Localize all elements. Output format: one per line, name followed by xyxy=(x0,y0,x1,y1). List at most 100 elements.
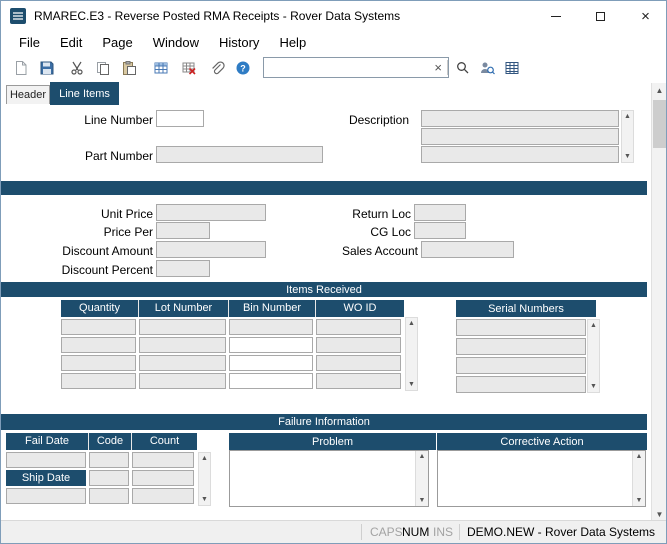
help-button[interactable]: ? xyxy=(231,56,255,80)
corrective-action-scrollbar[interactable]: ▲ ▼ xyxy=(632,451,645,506)
problem-textarea[interactable]: ▲ ▼ xyxy=(229,450,429,507)
scroll-down-icon[interactable]: ▼ xyxy=(406,379,417,390)
scroll-up-icon[interactable]: ▲ xyxy=(416,451,428,462)
maximize-button[interactable] xyxy=(578,1,623,31)
problem-header: Problem xyxy=(229,433,436,450)
items-received-title: Items Received xyxy=(286,284,362,296)
tab-line-items[interactable]: Line Items xyxy=(50,82,119,105)
scroll-down-icon[interactable]: ▼ xyxy=(416,495,428,506)
lot-number-cell[interactable] xyxy=(139,373,226,389)
cg-loc-field[interactable] xyxy=(414,222,466,239)
scroll-up-icon[interactable]: ▲ xyxy=(633,451,645,462)
search-input[interactable] xyxy=(264,61,429,75)
tab-header[interactable]: Header xyxy=(6,85,50,104)
delete-row-button[interactable] xyxy=(177,56,201,80)
menu-window[interactable]: Window xyxy=(143,33,209,52)
items-received-scrollbar[interactable]: ▲ ▼ xyxy=(405,317,418,391)
scroll-up-icon[interactable]: ▲ xyxy=(199,453,210,464)
failure-table-scrollbar[interactable]: ▲ ▼ xyxy=(198,452,211,506)
count-cell[interactable] xyxy=(132,470,194,486)
column-header-fail-date: Fail Date xyxy=(6,433,89,450)
person-search-button[interactable] xyxy=(475,56,499,80)
discount-amount-field[interactable] xyxy=(156,241,266,258)
serial-number-field[interactable] xyxy=(456,376,586,393)
failure-table-header: Fail Date Code Count xyxy=(6,433,197,450)
clear-search-icon[interactable]: × xyxy=(429,58,447,77)
scroll-down-icon[interactable]: ▼ xyxy=(588,381,599,392)
description-scrollbar[interactable]: ▲ ▼ xyxy=(621,110,634,163)
serial-number-field[interactable] xyxy=(456,357,586,374)
bin-number-cell[interactable] xyxy=(229,319,313,335)
part-number-field[interactable] xyxy=(156,146,323,163)
scroll-down-icon[interactable]: ▼ xyxy=(622,151,633,162)
wo-id-cell[interactable] xyxy=(316,373,401,389)
insert-row-button[interactable] xyxy=(149,56,173,80)
scroll-down-icon[interactable]: ▼ xyxy=(199,494,210,505)
scrollbar-track[interactable] xyxy=(652,98,667,507)
column-header-count: Count xyxy=(132,433,197,450)
discount-percent-field[interactable] xyxy=(156,260,210,277)
quantity-cell[interactable] xyxy=(61,337,136,353)
problem-scrollbar[interactable]: ▲ ▼ xyxy=(415,451,428,506)
code-cell[interactable] xyxy=(89,470,129,486)
menu-edit[interactable]: Edit xyxy=(50,33,92,52)
scroll-up-icon[interactable]: ▲ xyxy=(406,318,417,329)
lot-number-cell[interactable] xyxy=(139,319,226,335)
bin-number-cell[interactable] xyxy=(229,373,313,389)
corrective-action-textarea[interactable]: ▲ ▼ xyxy=(437,450,646,507)
search-button[interactable] xyxy=(451,56,475,80)
quantity-cell[interactable] xyxy=(61,355,136,371)
description-field-2[interactable] xyxy=(421,128,619,145)
serial-numbers-scrollbar[interactable]: ▲ ▼ xyxy=(587,319,600,393)
table-view-button[interactable] xyxy=(500,56,524,80)
attach-button[interactable] xyxy=(205,56,229,80)
new-document-button[interactable] xyxy=(9,56,33,80)
unit-price-field[interactable] xyxy=(156,204,266,221)
menu-help[interactable]: Help xyxy=(269,33,316,52)
menu-history[interactable]: History xyxy=(209,33,269,52)
scroll-up-icon[interactable]: ▲ xyxy=(652,83,667,98)
scroll-down-icon[interactable]: ▼ xyxy=(633,495,645,506)
quantity-cell[interactable] xyxy=(61,319,136,335)
num-indicator: NUM xyxy=(402,525,429,539)
bin-number-cell[interactable] xyxy=(229,355,313,371)
scrollbar-thumb[interactable] xyxy=(653,100,666,148)
save-button[interactable] xyxy=(35,56,59,80)
description-field-1[interactable] xyxy=(421,110,619,127)
cut-button[interactable] xyxy=(65,56,89,80)
return-loc-field[interactable] xyxy=(414,204,466,221)
wo-id-cell[interactable] xyxy=(316,355,401,371)
code-cell[interactable] xyxy=(89,488,129,504)
table-row xyxy=(61,319,404,335)
ship-date-cell[interactable] xyxy=(6,488,86,504)
wo-id-cell[interactable] xyxy=(316,337,401,353)
table-row xyxy=(61,337,404,353)
serial-number-field[interactable] xyxy=(456,319,586,336)
fail-date-cell[interactable] xyxy=(6,452,86,468)
scroll-up-icon[interactable]: ▲ xyxy=(622,111,633,122)
window-scrollbar[interactable]: ▲ ▼ xyxy=(651,83,667,522)
count-cell[interactable] xyxy=(132,452,194,468)
serial-number-field[interactable] xyxy=(456,338,586,355)
lot-number-cell[interactable] xyxy=(139,337,226,353)
bin-number-cell[interactable] xyxy=(229,337,313,353)
description-field-3[interactable] xyxy=(421,146,619,163)
copy-button[interactable] xyxy=(91,56,115,80)
tab-strip: Header Line Items xyxy=(1,81,650,105)
paperclip-icon xyxy=(209,60,225,76)
sales-account-field[interactable] xyxy=(421,241,514,258)
price-per-field[interactable] xyxy=(156,222,210,239)
menu-file[interactable]: File xyxy=(9,33,50,52)
quantity-cell[interactable] xyxy=(61,373,136,389)
close-button[interactable]: × xyxy=(623,1,667,31)
line-number-field[interactable] xyxy=(156,110,204,127)
wo-id-cell[interactable] xyxy=(316,319,401,335)
scroll-up-icon[interactable]: ▲ xyxy=(588,320,599,331)
paste-button[interactable] xyxy=(117,56,141,80)
menu-page[interactable]: Page xyxy=(92,33,142,52)
problem-title: Problem xyxy=(312,436,353,448)
count-cell[interactable] xyxy=(132,488,194,504)
lot-number-cell[interactable] xyxy=(139,355,226,371)
minimize-button[interactable] xyxy=(533,1,578,31)
code-cell[interactable] xyxy=(89,452,129,468)
